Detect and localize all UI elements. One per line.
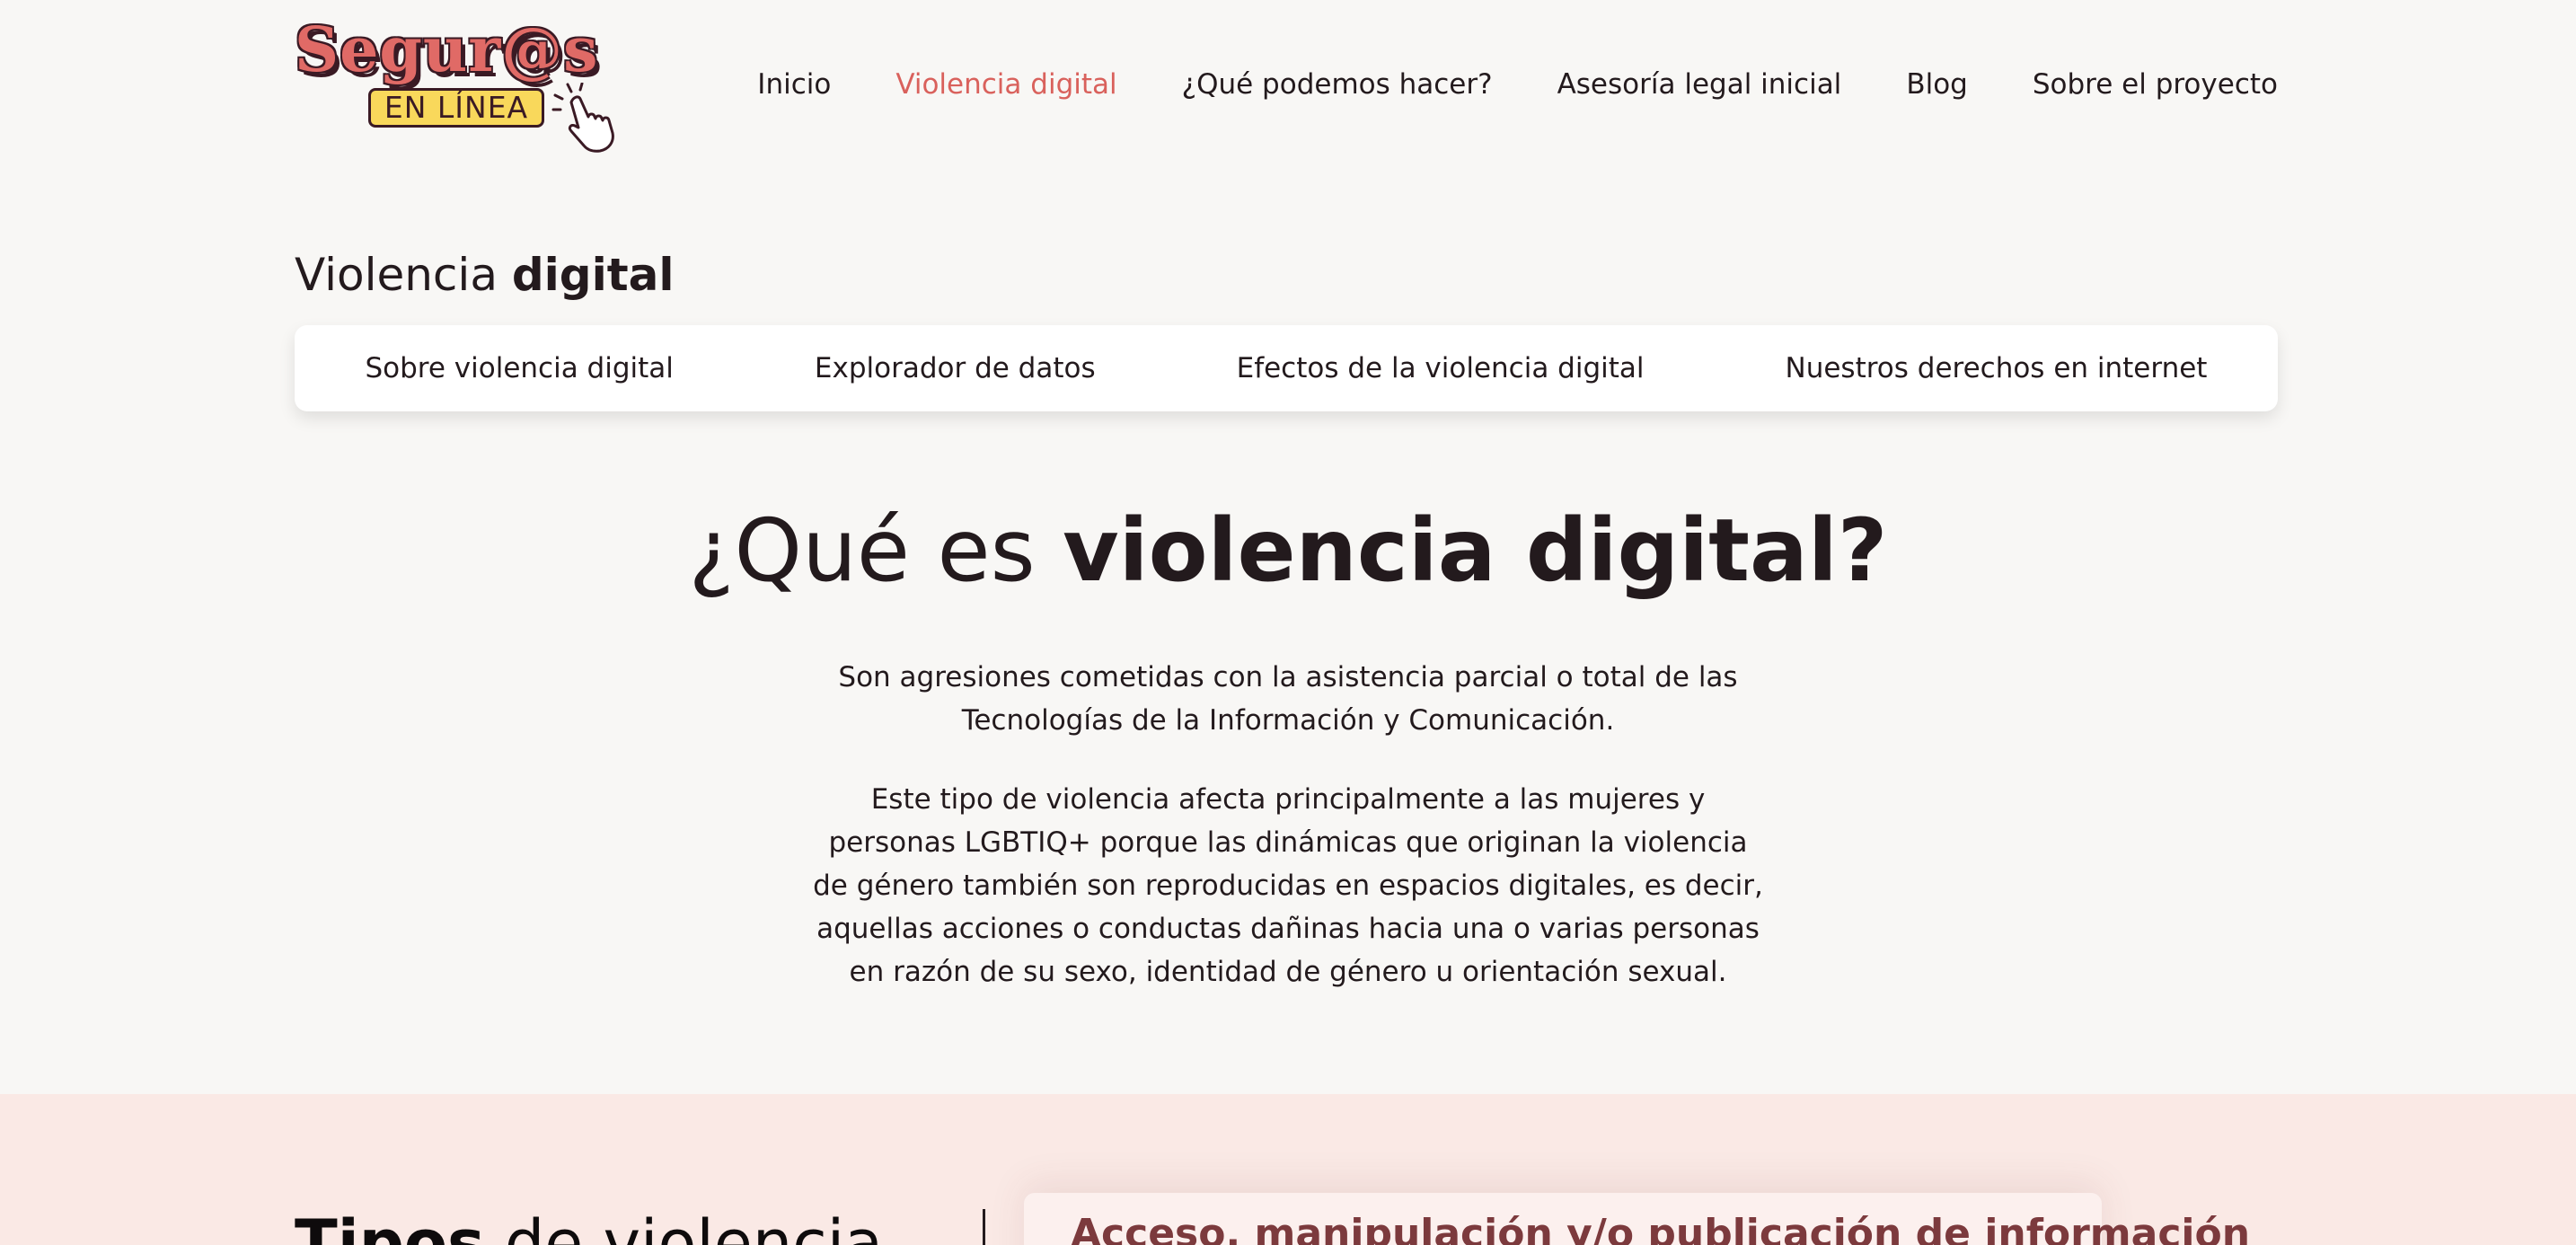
page-title: ¿Qué es violencia digital?	[0, 499, 2576, 603]
types-title-bold: Tipos	[295, 1206, 485, 1245]
subnav-tab-efectos[interactable]: Efectos de la violencia digital	[1237, 352, 1645, 384]
subnav-tab-derechos[interactable]: Nuestros derechos en internet	[1786, 352, 2208, 384]
section-title-light: Violencia	[295, 249, 498, 301]
section-subnav: Sobre violencia digital Explorador de da…	[295, 325, 2278, 411]
site-logo[interactable]: Segur@s EN LÍNEA	[295, 20, 634, 155]
logo-wordmark: Segur@s	[295, 14, 599, 86]
page-title-bold: violencia digital?	[1063, 500, 1888, 601]
section-title: Violencia digital	[295, 248, 675, 302]
nav-link-asesoria-legal[interactable]: Asesoría legal inicial	[1557, 68, 1842, 101]
pointing-hand-icon	[551, 83, 614, 153]
nav-link-inicio[interactable]: Inicio	[757, 68, 831, 101]
nav-link-sobre-el-proyecto[interactable]: Sobre el proyecto	[2033, 68, 2278, 101]
main-nav: Inicio Violencia digital ¿Qué podemos ha…	[757, 68, 2278, 101]
site-header: Segur@s EN LÍNEA Inicio Violencia digita…	[295, 0, 2278, 171]
nav-link-violencia-digital[interactable]: Violencia digital	[895, 68, 1116, 101]
types-divider	[983, 1209, 985, 1245]
nav-link-que-podemos-hacer[interactable]: ¿Qué podemos hacer?	[1182, 68, 1493, 101]
subnav-tab-explorador-datos[interactable]: Explorador de datos	[815, 352, 1096, 384]
intro-paragraph-1: Son agresiones cometidas con la asistenc…	[838, 661, 1738, 737]
intro-paragraph-2: Este tipo de violencia afecta principalm…	[813, 783, 1763, 988]
intro-text: Son agresiones cometidas con la asistenc…	[808, 656, 1768, 1029]
section-title-bold: digital	[511, 249, 675, 301]
types-section: Tipos de violencia Acceso, manipulación …	[0, 1094, 2576, 1245]
nav-link-blog[interactable]: Blog	[1906, 68, 1968, 101]
logo-badge: EN LÍNEA	[368, 88, 544, 128]
types-title: Tipos de violencia	[295, 1205, 883, 1245]
page-title-light: ¿Qué es	[688, 500, 1036, 601]
types-title-light: de violencia	[504, 1206, 884, 1245]
types-card-title[interactable]: Acceso, manipulación y/o publicación de …	[1071, 1211, 2250, 1245]
subnav-tab-sobre-violencia[interactable]: Sobre violencia digital	[365, 352, 673, 384]
